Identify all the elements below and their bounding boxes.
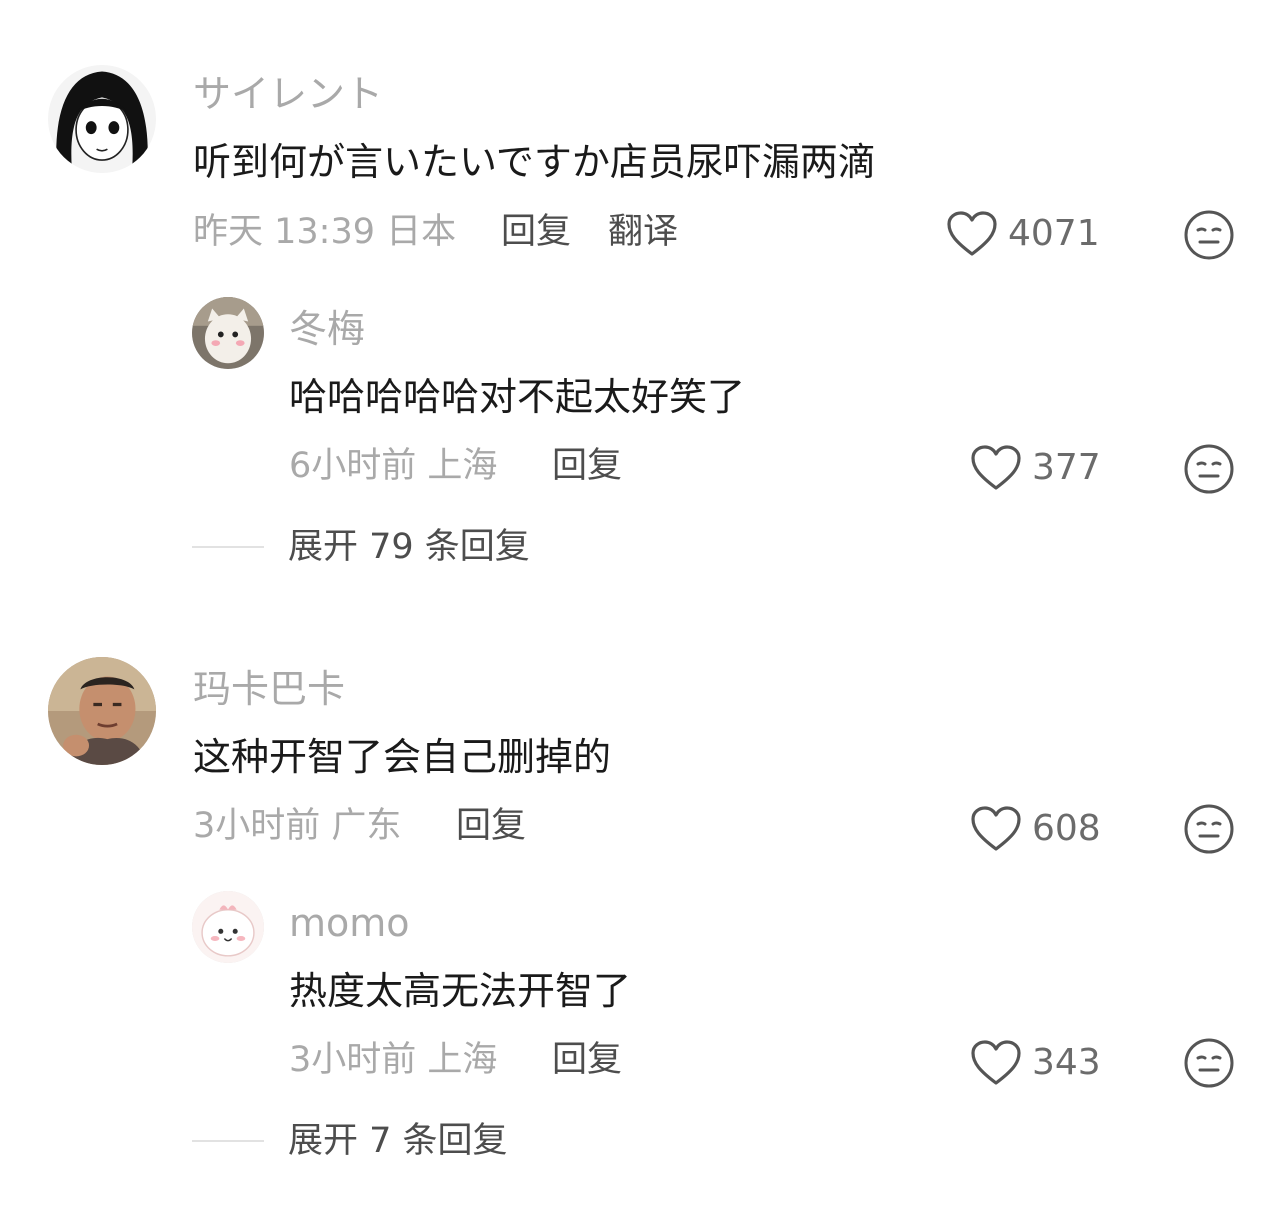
comment-text: 听到何が言いたいですか店员尿吓漏两滴: [193, 140, 876, 184]
like-count: 4071: [1008, 213, 1100, 254]
comment-meta: 昨天 13:39 日本: [193, 212, 457, 252]
like-button[interactable]: 608: [970, 805, 1101, 853]
like-button[interactable]: 4071: [946, 210, 1100, 258]
emoji-react-button[interactable]: [1183, 443, 1235, 495]
like-count: 343: [1032, 1042, 1101, 1083]
divider: [192, 546, 264, 548]
reply-meta: 6小时前 上海: [289, 446, 498, 486]
heart-outline-icon: [947, 211, 997, 256]
heart-outline-icon: [971, 445, 1021, 490]
neutral-face-icon: [1184, 1038, 1234, 1088]
reply-button[interactable]: 回复: [552, 445, 622, 487]
comment-author[interactable]: サイレント: [193, 72, 383, 116]
avatar[interactable]: [192, 297, 264, 369]
avatar[interactable]: [48, 65, 156, 173]
comment-meta: 3小时前 广东: [193, 806, 402, 846]
emoji-react-button[interactable]: [1183, 1037, 1235, 1089]
neutral-face-icon: [1184, 804, 1234, 854]
reply-text: 哈哈哈哈哈对不起太好笑了: [289, 375, 746, 419]
reply-author[interactable]: momo: [289, 901, 410, 945]
comment-text: 这种开智了会自己删掉的: [193, 735, 612, 779]
heart-outline-icon: [971, 806, 1021, 851]
like-button[interactable]: 343: [970, 1039, 1101, 1087]
heart-outline-icon: [971, 1040, 1021, 1085]
expand-replies-label: 展开 7 条回复: [288, 1121, 508, 1161]
neutral-face-icon: [1184, 210, 1234, 260]
like-count: 377: [1032, 447, 1101, 488]
reply-button[interactable]: 回复: [501, 211, 571, 253]
emoji-react-button[interactable]: [1183, 803, 1235, 855]
expand-replies-label: 展开 79 条回复: [288, 527, 530, 567]
translate-button[interactable]: 翻译: [608, 211, 678, 253]
neutral-face-icon: [1184, 444, 1234, 494]
avatar[interactable]: [192, 891, 264, 963]
avatar[interactable]: [48, 657, 156, 765]
expand-replies-button[interactable]: 展开 7 条回复: [192, 1120, 508, 1162]
reply-meta: 3小时前 上海: [289, 1040, 498, 1080]
like-count: 608: [1032, 808, 1101, 849]
reply-button[interactable]: 回复: [456, 805, 526, 847]
reply-text: 热度太高无法开智了: [289, 969, 632, 1013]
comment-author[interactable]: 玛卡巴卡: [193, 667, 345, 711]
divider: [192, 1140, 264, 1142]
reply-author[interactable]: 冬梅: [289, 307, 365, 351]
emoji-react-button[interactable]: [1183, 209, 1235, 261]
expand-replies-button[interactable]: 展开 79 条回复: [192, 526, 530, 568]
reply-button[interactable]: 回复: [552, 1039, 622, 1081]
like-button[interactable]: 377: [970, 444, 1101, 492]
